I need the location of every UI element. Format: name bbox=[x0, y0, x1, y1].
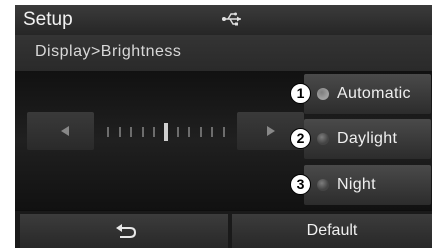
mode-night-button[interactable]: 3 Night bbox=[290, 165, 431, 205]
page-title: Setup bbox=[23, 9, 73, 30]
indicator-light-icon bbox=[317, 133, 329, 145]
brightness-decrease-button[interactable] bbox=[27, 112, 94, 150]
brightness-panel: 1 Automatic 2 Daylight 3 Night bbox=[15, 71, 432, 210]
slider-tick bbox=[176, 127, 179, 137]
mode-label: Daylight bbox=[337, 130, 398, 147]
breadcrumb: Display>Brightness bbox=[35, 43, 182, 60]
slider-tick bbox=[199, 127, 202, 137]
return-arrow-icon bbox=[116, 224, 137, 238]
mode-label: Automatic bbox=[337, 85, 411, 102]
slider-thumb[interactable] bbox=[164, 123, 168, 141]
slider-tick bbox=[223, 127, 225, 137]
slider-tick bbox=[130, 127, 133, 137]
default-button[interactable]: Default bbox=[232, 214, 432, 248]
callout-number: 1 bbox=[290, 83, 311, 104]
brightness-slider[interactable] bbox=[95, 112, 236, 150]
back-button[interactable] bbox=[20, 214, 228, 248]
arrow-left-icon bbox=[61, 126, 69, 136]
default-button-label: Default bbox=[306, 222, 358, 239]
slider-tick bbox=[118, 127, 121, 137]
slider-tick bbox=[211, 127, 214, 137]
slider-tick bbox=[188, 127, 191, 137]
indicator-light-icon bbox=[317, 179, 329, 191]
slider-tick bbox=[153, 127, 156, 137]
callout-number: 3 bbox=[290, 174, 311, 195]
setup-screen: Setup Display>Brightness 1 Automatic 2 D… bbox=[15, 5, 432, 248]
arrow-right-icon bbox=[267, 126, 275, 136]
mode-label: Night bbox=[337, 176, 376, 193]
indicator-light-icon bbox=[317, 88, 329, 100]
mode-daylight-button[interactable]: 2 Daylight bbox=[290, 119, 431, 159]
usb-icon bbox=[222, 12, 241, 26]
title-bar: Setup bbox=[15, 5, 432, 35]
breadcrumb-bar: Display>Brightness bbox=[15, 35, 432, 71]
slider-tick bbox=[107, 127, 109, 137]
bottom-bar: Default bbox=[15, 211, 432, 248]
slider-tick bbox=[141, 127, 144, 137]
mode-automatic-button[interactable]: 1 Automatic bbox=[290, 74, 431, 114]
callout-number: 2 bbox=[290, 128, 311, 149]
